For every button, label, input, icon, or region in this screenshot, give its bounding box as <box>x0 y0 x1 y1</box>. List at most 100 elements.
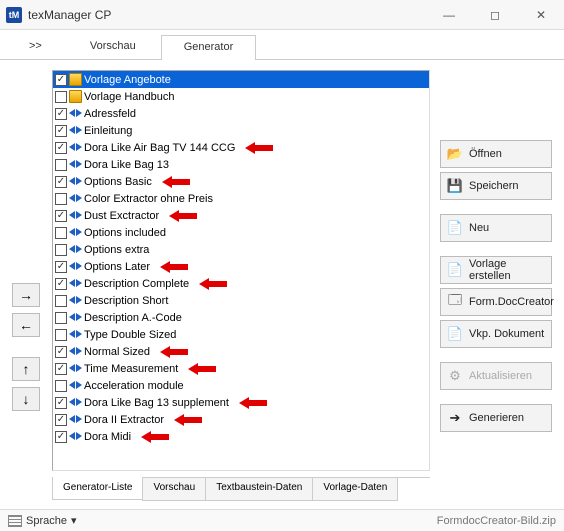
side-button-column: 📂Öffnen 💾Speichern 📄Neu 📄Vorlage erstellen 🗔… <box>440 70 552 501</box>
list-item[interactable]: Description A.-Code <box>53 309 429 326</box>
module-icon <box>69 328 82 341</box>
list-item[interactable]: Acceleration module <box>53 377 429 394</box>
checkbox[interactable] <box>55 125 67 137</box>
close-button[interactable]: ✕ <box>518 0 564 30</box>
checkbox[interactable] <box>55 363 67 375</box>
refresh-label: Aktualisieren <box>469 370 532 382</box>
checkbox[interactable] <box>55 108 67 120</box>
checkbox[interactable] <box>55 74 67 86</box>
list-item-label: Dora II Extractor <box>84 414 164 426</box>
list-item[interactable]: Normal Sized <box>53 343 429 360</box>
list-item[interactable]: Vorlage Angebote <box>53 71 429 88</box>
nav-arrow-column: → ← ↑ ↓ <box>12 70 42 501</box>
list-item[interactable]: Einleitung <box>53 122 429 139</box>
list-item-label: Adressfeld <box>84 108 136 120</box>
list-item-label: Options included <box>84 227 166 239</box>
list-item[interactable]: Dust Exctractor <box>53 207 429 224</box>
checkbox[interactable] <box>55 329 67 341</box>
checkbox[interactable] <box>55 278 67 290</box>
top-tab-1[interactable]: Vorschau <box>67 34 159 59</box>
arrow-right-button[interactable]: → <box>12 283 40 307</box>
module-icon <box>69 226 82 239</box>
create-tpl-button[interactable]: 📄Vorlage erstellen <box>440 256 552 284</box>
generate-button[interactable]: ➔Generieren <box>440 404 552 432</box>
checkbox[interactable] <box>55 312 67 324</box>
create-tpl-icon: 📄 <box>447 262 463 278</box>
vkp-doc-button[interactable]: 📄Vkp. Dokument <box>440 320 552 348</box>
titlebar: tM texManager CP — ◻ ✕ <box>0 0 564 30</box>
module-icon <box>69 345 82 358</box>
list-item[interactable]: Description Complete <box>53 275 429 292</box>
list-item[interactable]: Description Short <box>53 292 429 309</box>
maximize-button[interactable]: ◻ <box>472 0 518 30</box>
new-button[interactable]: 📄Neu <box>440 214 552 242</box>
module-icon <box>69 260 82 273</box>
bottom-tabs: Generator-ListeVorschauTextbaustein-Date… <box>52 477 430 501</box>
checkbox[interactable] <box>55 397 67 409</box>
top-tab-0[interactable]: >> <box>6 34 65 59</box>
vkp-doc-icon: 📄 <box>447 326 463 342</box>
list-item[interactable]: Time Measurement <box>53 360 429 377</box>
language-selector[interactable]: Sprache ▾ <box>8 514 77 527</box>
list-item[interactable]: Type Double Sized <box>53 326 429 343</box>
list-item[interactable]: Options included <box>53 224 429 241</box>
form-doc-button[interactable]: 🗔Form.DocCreator <box>440 288 552 316</box>
highlight-arrow-icon <box>239 398 269 408</box>
minimize-button[interactable]: — <box>426 0 472 30</box>
list-item-label: Acceleration module <box>84 380 184 392</box>
list-item-label: Vorlage Handbuch <box>84 91 175 103</box>
list-item[interactable]: Color Extractor ohne Preis <box>53 190 429 207</box>
checkbox[interactable] <box>55 142 67 154</box>
list-item-label: Einleitung <box>84 125 132 137</box>
module-icon <box>69 311 82 324</box>
list-item[interactable]: Options Later <box>53 258 429 275</box>
template-icon <box>69 90 82 103</box>
open-button[interactable]: 📂Öffnen <box>440 140 552 168</box>
list-item[interactable]: Dora II Extractor <box>53 411 429 428</box>
list-item[interactable]: Dora Like Bag 13 <box>53 156 429 173</box>
bottom-tab-1[interactable]: Vorschau <box>142 478 206 501</box>
top-tab-2[interactable]: Generator <box>161 35 257 60</box>
list-item-label: Description A.-Code <box>84 312 182 324</box>
checkbox[interactable] <box>55 210 67 222</box>
arrow-up-button[interactable]: ↑ <box>12 357 40 381</box>
new-icon: 📄 <box>447 220 463 236</box>
list-item[interactable]: Vorlage Handbuch <box>53 88 429 105</box>
list-item-label: Options Later <box>84 261 150 273</box>
checkbox[interactable] <box>55 414 67 426</box>
refresh-icon: ⚙ <box>447 368 463 384</box>
language-icon <box>8 515 22 527</box>
checkbox[interactable] <box>55 346 67 358</box>
highlight-arrow-icon <box>169 211 199 221</box>
highlight-arrow-icon <box>199 279 229 289</box>
list-item[interactable]: Adressfeld <box>53 105 429 122</box>
list-item[interactable]: Dora Midi <box>53 428 429 445</box>
checkbox[interactable] <box>55 244 67 256</box>
module-icon <box>69 362 82 375</box>
list-item[interactable]: Options extra <box>53 241 429 258</box>
bottom-tab-3[interactable]: Vorlage-Daten <box>312 478 398 501</box>
list-item[interactable]: Dora Like Air Bag TV 144 CCG <box>53 139 429 156</box>
highlight-arrow-icon <box>160 347 190 357</box>
arrow-left-button[interactable]: ← <box>12 313 40 337</box>
checkbox[interactable] <box>55 227 67 239</box>
list-item[interactable]: Dora Like Bag 13 supplement <box>53 394 429 411</box>
checkbox[interactable] <box>55 380 67 392</box>
checkbox[interactable] <box>55 193 67 205</box>
checkbox[interactable] <box>55 261 67 273</box>
checkbox[interactable] <box>55 431 67 443</box>
list-item[interactable]: Options Basic <box>53 173 429 190</box>
checkbox[interactable] <box>55 91 67 103</box>
generator-listbox[interactable]: Vorlage Angebote Vorlage Handbuch Adressfe… <box>52 70 430 471</box>
module-icon <box>69 243 82 256</box>
open-icon: 📂 <box>447 146 463 162</box>
arrow-down-button[interactable]: ↓ <box>12 387 40 411</box>
checkbox[interactable] <box>55 295 67 307</box>
save-button[interactable]: 💾Speichern <box>440 172 552 200</box>
bottom-tab-0[interactable]: Generator-Liste <box>52 477 143 500</box>
checkbox[interactable] <box>55 176 67 188</box>
bottom-tab-2[interactable]: Textbaustein-Daten <box>205 478 313 501</box>
top-tabs: >>VorschauGenerator <box>0 30 564 60</box>
module-icon <box>69 396 82 409</box>
checkbox[interactable] <box>55 159 67 171</box>
